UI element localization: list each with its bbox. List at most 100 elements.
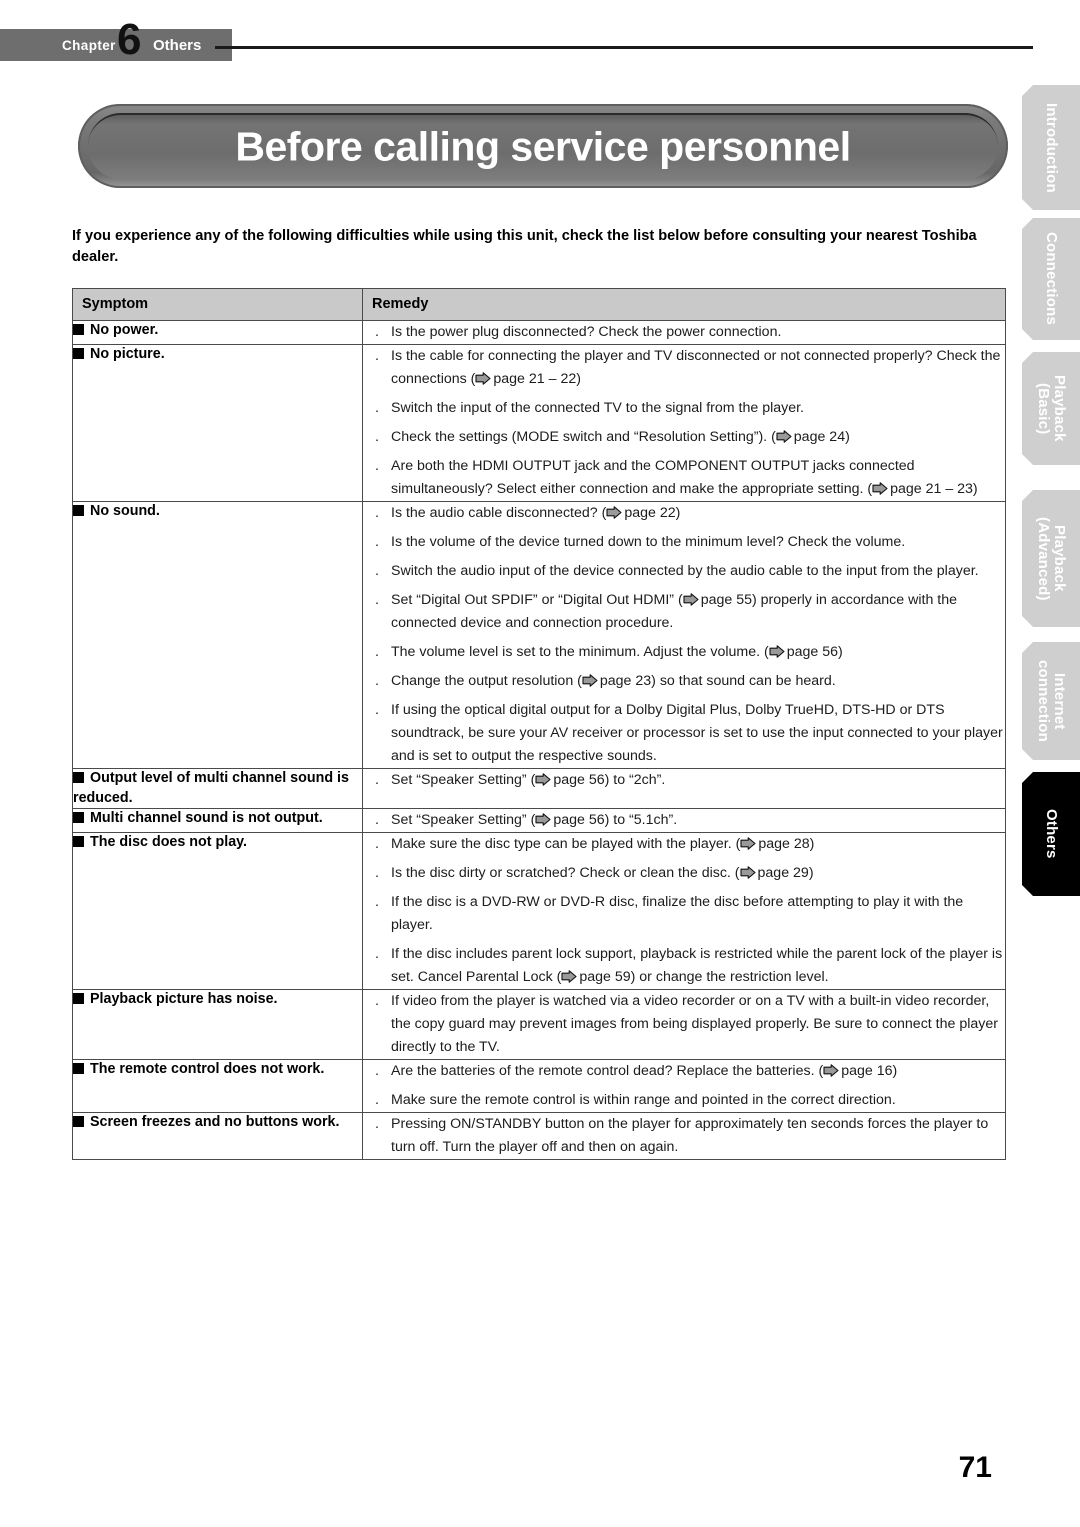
remedy-bullet-icon: . xyxy=(375,400,379,416)
side-tab-internet-connection[interactable]: Internet connection xyxy=(1022,642,1080,760)
symptom-cell: No power. xyxy=(72,320,363,345)
chapter-name: Others xyxy=(153,37,202,54)
remedy-bullet-icon: . xyxy=(375,1116,379,1133)
table-row: Screen freezes and no buttons work.. Pres… xyxy=(72,1112,1006,1161)
page-title-banner-inner: Before calling service personnel xyxy=(88,113,998,179)
page-reference-arrow-icon xyxy=(561,968,577,984)
symptom-text: Multi channel sound is not output. xyxy=(73,809,362,829)
remedy-cell: . Set “Speaker Setting” (page 56) to “5.1… xyxy=(362,808,1006,834)
symptom-text: Playback picture has noise. xyxy=(73,990,362,1010)
table-row: No picture.. Is the cable for connecting … xyxy=(72,344,1006,502)
remedy-item: . The volume level is set to the minimum.… xyxy=(363,641,1005,664)
remedy-bullet-icon: . xyxy=(375,993,379,1010)
remedy-bullet-icon: . xyxy=(375,946,379,963)
remedy-text: If the disc includes parent lock support… xyxy=(391,946,1003,986)
table-row: Multi channel sound is not output.. Set “… xyxy=(72,808,1006,834)
page-reference-arrow-icon xyxy=(739,864,756,880)
remedy-bullet-icon: . xyxy=(375,673,379,689)
remedy-item: . Check the settings (MODE switch and “Re… xyxy=(363,426,1005,449)
page-reference-arrow-icon xyxy=(683,591,699,606)
remedy-text: Is the audio cable disconnected? (page 2… xyxy=(391,504,681,521)
remedy-item: . Are the batteries of the remote control… xyxy=(363,1060,1005,1083)
side-tab-connections[interactable]: Connections xyxy=(1022,218,1080,340)
page-reference-arrow-icon xyxy=(769,643,785,658)
symptom-cell: The remote control does not work. xyxy=(72,1059,363,1114)
remedy-bullet-icon: . xyxy=(375,812,379,829)
square-bullet-icon xyxy=(73,348,84,359)
remedy-bullet-icon: . xyxy=(375,894,379,911)
page-reference-arrow-icon xyxy=(535,811,551,827)
square-bullet-icon xyxy=(73,324,84,335)
page-reference-arrow-icon xyxy=(582,672,598,687)
remedy-bullet-icon: . xyxy=(375,592,379,608)
page-reference-arrow-icon xyxy=(606,504,622,519)
table-row: Playback picture has noise.. If video fro… xyxy=(72,989,1006,1061)
remedy-item: . Switch the audio input of the device co… xyxy=(363,560,1005,583)
remedy-bullet-icon: . xyxy=(375,534,379,550)
remedy-item: . Change the output resolution (page 23) … xyxy=(363,670,1005,693)
remedy-bullet-icon: . xyxy=(375,644,379,660)
remedy-text: Set “Speaker Setting” (page 56) to “5.1c… xyxy=(391,811,678,829)
remedy-text: Is the cable for connecting the player a… xyxy=(391,348,1001,387)
remedy-bullet-icon: . xyxy=(375,1092,379,1109)
remedy-text: Make sure the disc type can be played wi… xyxy=(391,836,815,853)
square-bullet-icon xyxy=(73,772,84,783)
remedy-text: Change the output resolution (page 23) s… xyxy=(391,672,836,689)
remedy-text: If the disc is a DVD-RW or DVD-R disc, f… xyxy=(391,894,964,934)
remedy-bullet-icon: . xyxy=(375,505,379,521)
symptom-cell: Playback picture has noise. xyxy=(72,989,363,1061)
remedy-item: . Set “Speaker Setting” (page 56) to “5.1… xyxy=(363,809,1005,832)
side-tab-label: Playback (Basic) xyxy=(1035,375,1069,442)
remedy-text: If video from the player is watched via … xyxy=(391,993,998,1056)
symptom-text: No power. xyxy=(73,321,362,341)
side-tab-label: Introduction xyxy=(1043,102,1061,193)
table-header-row: Symptom Remedy xyxy=(72,288,1006,321)
side-tab-label: Playback (Advanced) xyxy=(1035,516,1069,601)
chapter-label: Chapter xyxy=(62,38,116,53)
table-row: No sound.. Is the audio cable disconnecte… xyxy=(72,501,1006,769)
side-tab-introduction[interactable]: Introduction xyxy=(1022,85,1080,210)
table-row: Output level of multi channel sound is r… xyxy=(72,767,1006,810)
square-bullet-icon xyxy=(73,505,84,516)
side-tab-others[interactable]: Others xyxy=(1022,772,1080,896)
column-header-remedy: Remedy xyxy=(362,288,1006,321)
remedy-cell: . Is the cable for connecting the player … xyxy=(362,344,1006,502)
intro-paragraph: If you experience any of the following d… xyxy=(72,228,977,266)
remedy-item: . Is the power plug disconnected? Check t… xyxy=(363,321,1005,344)
column-header-symptom: Symptom xyxy=(72,288,363,321)
symptom-text: The remote control does not work. xyxy=(73,1060,362,1080)
square-bullet-icon xyxy=(73,1116,84,1128)
symptom-cell: The disc does not play. xyxy=(72,832,363,991)
remedy-text: Are the batteries of the remote control … xyxy=(391,1063,898,1080)
remedy-item: . If using the optical digital output for… xyxy=(363,699,1005,768)
side-tab-label: Internet connection xyxy=(1035,659,1069,742)
page-number: 71 xyxy=(958,1451,992,1484)
side-tab-playback-advanced[interactable]: Playback (Advanced) xyxy=(1022,490,1080,627)
remedy-text: Switch the input of the connected TV to … xyxy=(391,400,804,416)
remedy-text: Is the power plug disconnected? Check th… xyxy=(391,324,782,340)
symptom-text: Screen freezes and no buttons work. xyxy=(73,1113,362,1133)
remedy-text: Is the disc dirty or scratched? Check or… xyxy=(391,864,814,882)
remedy-text: Set “Speaker Setting” (page 56) to “2ch”… xyxy=(391,772,666,788)
remedy-text: The volume level is set to the minimum. … xyxy=(391,643,843,660)
remedy-cell: . Is the power plug disconnected? Check t… xyxy=(362,320,1006,345)
page-title-banner: Before calling service personnel xyxy=(78,104,1008,188)
side-tab-playback-basic[interactable]: Playback (Basic) xyxy=(1022,352,1080,465)
remedy-text: Switch the audio input of the device con… xyxy=(391,563,979,579)
symptom-cell: Output level of multi channel sound is r… xyxy=(72,767,363,810)
remedy-item: . Make sure the remote control is within … xyxy=(363,1089,1005,1112)
remedy-text: Set “Digital Out SPDIF” or “Digital Out … xyxy=(391,591,958,631)
remedy-bullet-icon: . xyxy=(375,324,379,340)
remedy-item: . Is the disc dirty or scratched? Check o… xyxy=(363,862,1005,885)
table-row: The disc does not play.. Make sure the di… xyxy=(72,832,1006,991)
remedy-bullet-icon: . xyxy=(375,836,379,853)
side-tab-rail: Introduction Connections Playback (Basic) P… xyxy=(1018,0,1080,1527)
remedy-cell: . Set “Speaker Setting” (page 56) to “2ch… xyxy=(362,767,1006,810)
remedy-bullet-icon: . xyxy=(375,702,379,718)
symptom-cell: No picture. xyxy=(72,344,363,502)
remedy-cell: . If video from the player is watched via… xyxy=(362,989,1006,1061)
remedy-item: . Are both the HDMI OUTPUT jack and the C… xyxy=(363,455,1005,501)
remedy-item: . If video from the player is watched via… xyxy=(363,990,1005,1059)
table-row: No power.. Is the power plug disconnected… xyxy=(72,320,1006,345)
page-reference-arrow-icon xyxy=(475,370,491,385)
